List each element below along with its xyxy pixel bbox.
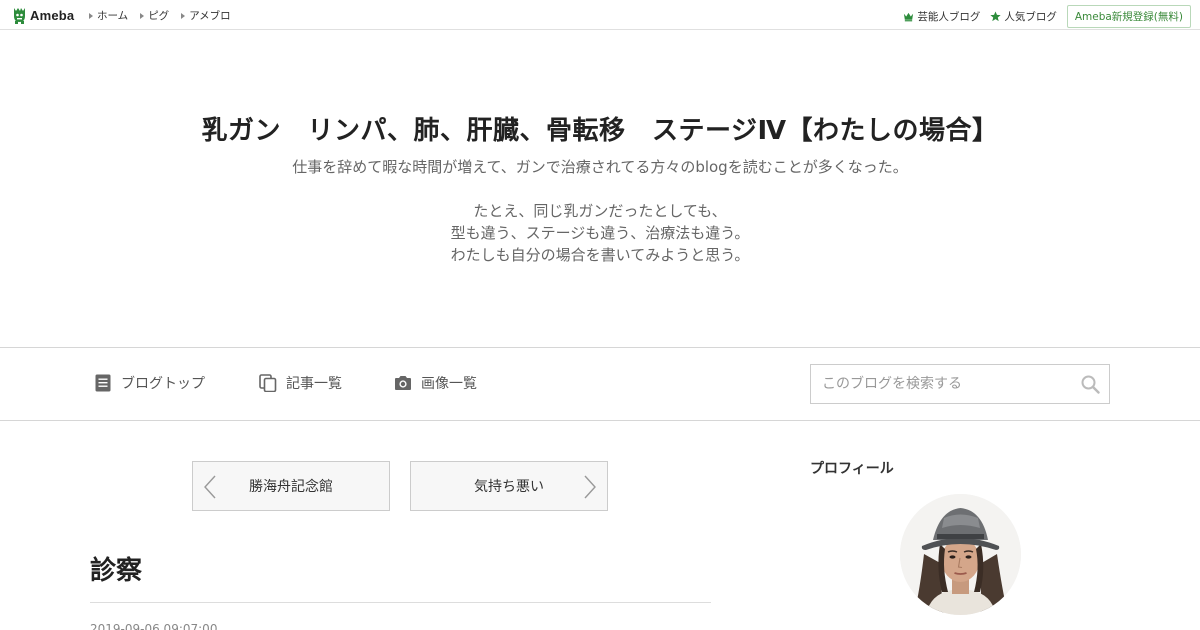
triangle-right-icon bbox=[89, 12, 93, 19]
global-nav-ameblo[interactable]: アメブロ bbox=[181, 8, 231, 23]
triangle-right-icon bbox=[140, 12, 145, 19]
nav-image-list-label: 画像一覧 bbox=[421, 376, 477, 392]
popular-blog-label: 人気ブログ bbox=[1004, 11, 1057, 23]
avatar[interactable] bbox=[900, 494, 1021, 615]
celebrity-blog-label: 芸能人ブログ bbox=[917, 11, 981, 23]
ameba-logo[interactable]: Ameba bbox=[12, 6, 74, 24]
global-nav-label: ピグ bbox=[148, 10, 170, 22]
global-nav-label: アメブロ bbox=[189, 10, 231, 22]
document-icon bbox=[95, 374, 111, 392]
nav-blog-top-label: ブログトップ bbox=[121, 376, 205, 392]
nav-article-list-label: 記事一覧 bbox=[286, 376, 342, 392]
global-nav-label: ホーム bbox=[97, 10, 129, 22]
description-line: 型も違う、ステージも違う、治療法も違う。 bbox=[450, 224, 750, 242]
blog-title[interactable]: 乳ガン リンパ、肺、肝臓、骨転移 ステージⅣ【わたしの場合】 bbox=[0, 110, 1200, 147]
prev-article-button[interactable]: 勝海舟記念館 bbox=[192, 461, 390, 511]
nav-image-list[interactable]: 画像一覧 bbox=[394, 373, 477, 393]
description-line bbox=[0, 178, 1200, 200]
register-button[interactable]: Ameba新規登録(無料) bbox=[1066, 5, 1191, 28]
profile-photo bbox=[900, 494, 1021, 615]
top-bar: Ameba ホーム ピグ アメブロ 芸能人ブログ 人気ブログ Ameba新規登録… bbox=[0, 0, 1200, 30]
blog-search bbox=[810, 364, 1110, 404]
nav-blog-top[interactable]: ブログトップ bbox=[94, 373, 205, 393]
prev-article-label: 勝海舟記念館 bbox=[249, 479, 333, 495]
global-nav-pigg[interactable]: ピグ bbox=[140, 8, 169, 23]
description-line: 仕事を辞めて暇な時間が増えて、ガンで治療されてる方々のblogを読むことが多くな… bbox=[292, 158, 908, 176]
celebrity-blog-link[interactable]: 芸能人ブログ bbox=[903, 9, 980, 24]
copy-icon bbox=[259, 374, 277, 392]
logo-text: Ameba bbox=[30, 7, 75, 23]
divider bbox=[90, 602, 711, 603]
global-nav: ホーム ピグ アメブロ bbox=[89, 8, 231, 23]
entry-title[interactable]: 診察 bbox=[90, 550, 142, 587]
global-nav-home[interactable]: ホーム bbox=[89, 8, 128, 23]
blog-description: 仕事を辞めて暇な時間が増えて、ガンで治療されてる方々のblogを読むことが多くな… bbox=[0, 156, 1200, 266]
description-line: たとえ、同じ乳ガンだったとしても、 bbox=[473, 202, 727, 220]
triangle-right-icon bbox=[181, 12, 186, 19]
crown-icon bbox=[904, 12, 914, 22]
description-line: わたしも自分の場合を書いてみようと思う。 bbox=[450, 246, 750, 264]
popular-blog-link[interactable]: 人気ブログ bbox=[990, 9, 1057, 24]
nav-article-list[interactable]: 記事一覧 bbox=[259, 373, 342, 393]
top-right-links: 芸能人ブログ 人気ブログ Ameba新規登録(無料) bbox=[903, 5, 1191, 28]
blog-nav: ブログトップ 記事一覧 画像一覧 bbox=[0, 347, 1200, 421]
search-input[interactable] bbox=[811, 365, 1071, 403]
search-icon[interactable] bbox=[1081, 375, 1100, 394]
chevron-right-icon bbox=[584, 475, 596, 499]
next-article-button[interactable]: 気持ち悪い bbox=[410, 461, 608, 511]
next-article-label: 気持ち悪い bbox=[474, 479, 544, 495]
camera-icon bbox=[395, 376, 411, 390]
profile-heading: プロフィール bbox=[810, 461, 894, 477]
ameba-logo-icon bbox=[14, 8, 25, 24]
star-icon bbox=[990, 11, 1001, 22]
chevron-left-icon bbox=[204, 475, 216, 499]
entry-date: 2019-09-06 09:07:00 bbox=[90, 622, 218, 630]
